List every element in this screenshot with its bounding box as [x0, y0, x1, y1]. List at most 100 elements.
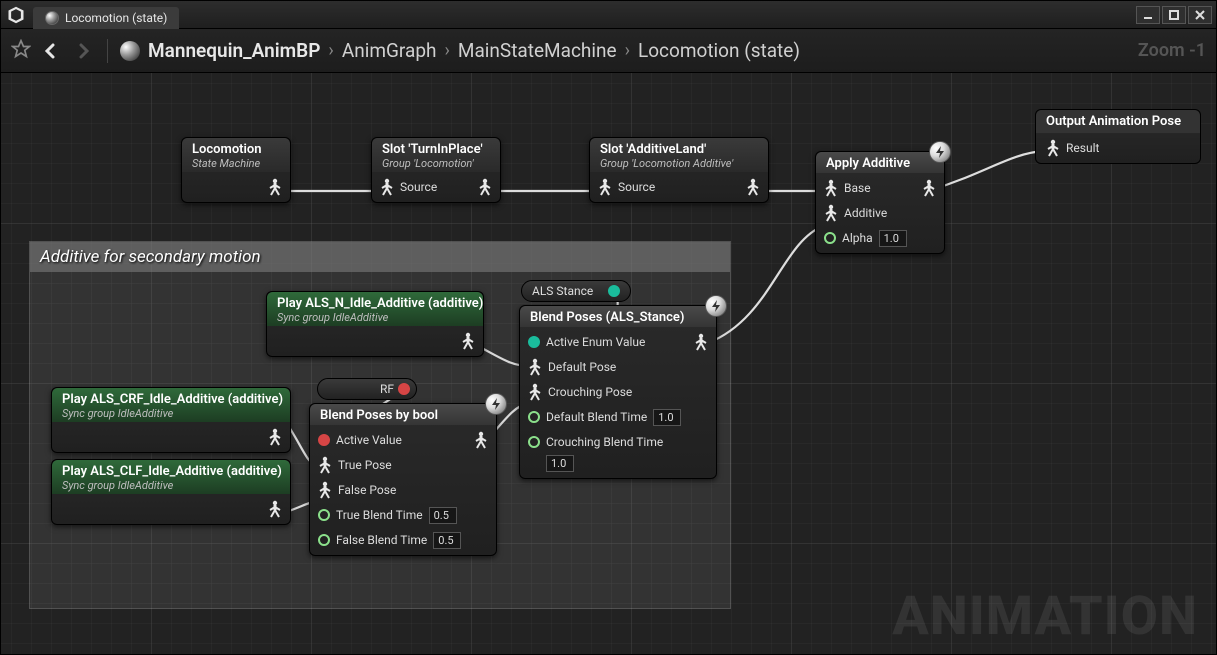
crouching-blend-value[interactable]: 1.0	[546, 455, 574, 472]
node-title: Locomotion	[192, 142, 280, 157]
chevron-right-icon: ›	[328, 40, 333, 61]
node-play-n-idle[interactable]: Play ALS_N_Idle_Additive (additive) Sync…	[266, 291, 484, 357]
pose-output-pin[interactable]	[268, 500, 282, 518]
node-subtitle: Sync group IdleAdditive	[62, 407, 280, 420]
node-title: Play ALS_N_Idle_Additive (additive)	[277, 296, 473, 311]
node-locomotion[interactable]: Locomotion State Machine	[181, 137, 291, 203]
float-input-pin[interactable]	[528, 436, 540, 448]
float-input-pin[interactable]	[318, 509, 330, 521]
pin-label-result: Result	[1066, 141, 1099, 155]
pin-label-true-blend: True Blend Time	[336, 508, 423, 522]
variable-label: ALS Stance	[532, 284, 593, 298]
pose-input-pin[interactable]	[1046, 139, 1060, 157]
pin-label-false-blend: False Blend Time	[336, 533, 427, 547]
pose-output-pin[interactable]	[461, 332, 475, 350]
node-play-crf-idle[interactable]: Play ALS_CRF_Idle_Additive (additive) Sy…	[51, 387, 291, 453]
favorite-icon[interactable]	[11, 39, 31, 62]
float-input-pin[interactable]	[528, 411, 540, 423]
pose-input-pin[interactable]	[318, 481, 332, 499]
node-subtitle: Sync group IdleAdditive	[277, 311, 473, 324]
crumb-animgraph[interactable]: AnimGraph	[342, 39, 437, 62]
crumb-mainstatemachine[interactable]: MainStateMachine	[458, 39, 617, 62]
node-slot-turninplace[interactable]: Slot 'TurnInPlace' Group 'Locomotion' So…	[371, 137, 501, 203]
nav-forward-button[interactable]	[71, 39, 95, 63]
pose-input-pin[interactable]	[318, 456, 332, 474]
pose-output-pin[interactable]	[268, 178, 282, 196]
comment-title[interactable]: Additive for secondary motion	[30, 242, 730, 272]
pin-label-additive: Additive	[844, 206, 887, 220]
toolbar-divider	[107, 39, 108, 63]
pose-output-pin[interactable]	[478, 178, 492, 196]
pose-output-pin[interactable]	[922, 179, 936, 197]
true-blend-value[interactable]: 0.5	[429, 507, 457, 524]
false-blend-value[interactable]: 0.5	[433, 532, 461, 549]
default-blend-value[interactable]: 1.0	[653, 409, 681, 426]
sphere-icon	[120, 41, 140, 61]
tab-locomotion[interactable]: Locomotion (state)	[33, 7, 179, 29]
close-button[interactable]	[1188, 6, 1212, 24]
unreal-logo-icon	[5, 4, 27, 26]
pose-input-pin[interactable]	[824, 204, 838, 222]
pin-label-alpha: Alpha	[842, 231, 873, 245]
pin-label-active-enum: Active Enum Value	[546, 335, 645, 349]
minimize-button[interactable]	[1136, 6, 1160, 24]
chevron-right-icon: ›	[444, 40, 449, 61]
float-input-pin[interactable]	[824, 232, 836, 244]
fast-path-icon	[929, 141, 951, 163]
node-subtitle: State Machine	[192, 157, 280, 170]
pose-output-pin[interactable]	[746, 178, 760, 196]
tab-label: Locomotion (state)	[65, 11, 167, 25]
chevron-right-icon: ›	[625, 40, 630, 61]
node-blend-stance[interactable]: Blend Poses (ALS_Stance) Active Enum Val…	[519, 305, 717, 479]
bool-output-pin[interactable]	[398, 383, 410, 395]
pin-label-false-pose: False Pose	[338, 483, 396, 497]
pose-output-pin[interactable]	[474, 431, 488, 449]
pose-output-pin[interactable]	[268, 428, 282, 446]
node-apply-additive[interactable]: Apply Additive Base Additive Alpha1.0	[815, 151, 945, 254]
enum-output-pin[interactable]	[608, 285, 620, 297]
maximize-button[interactable]	[1162, 6, 1186, 24]
fast-path-icon	[705, 295, 727, 317]
node-subtitle: Sync group IdleAdditive	[62, 479, 280, 492]
graph-canvas[interactable]: ANIMATION Additive for secondary motion …	[1, 73, 1216, 654]
crumb-locomotion[interactable]: Locomotion (state)	[638, 39, 800, 62]
node-play-clf-idle[interactable]: Play ALS_CLF_Idle_Additive (additive) Sy…	[51, 459, 291, 525]
node-output-pose[interactable]: Output Animation Pose Result	[1035, 109, 1201, 164]
nav-back-button[interactable]	[39, 39, 63, 63]
node-title: Play ALS_CRF_Idle_Additive (additive)	[62, 392, 280, 407]
pose-output-pin[interactable]	[694, 333, 708, 351]
variable-label: RF	[380, 382, 394, 396]
pin-label-base: Base	[844, 181, 871, 195]
pin-label-default-pose: Default Pose	[548, 360, 616, 374]
pin-label-crouching-blend: Crouching Blend Time	[546, 435, 663, 449]
variable-als-stance[interactable]: ALS Stance	[521, 280, 631, 302]
pin-label-source: Source	[400, 180, 437, 194]
node-subtitle: Group 'Locomotion'	[382, 157, 490, 170]
node-title: Slot 'TurnInPlace'	[382, 142, 490, 157]
sphere-icon	[45, 11, 59, 25]
pin-label-source: Source	[618, 180, 655, 194]
node-title: Blend Poses (ALS_Stance)	[530, 310, 706, 325]
bool-input-pin[interactable]	[318, 434, 330, 446]
pin-label-default-blend: Default Blend Time	[546, 410, 647, 424]
breadcrumb: Mannequin_AnimBP › AnimGraph › MainState…	[120, 39, 800, 62]
crumb-root[interactable]: Mannequin_AnimBP	[148, 39, 320, 62]
node-blend-by-bool[interactable]: Blend Poses by bool Active Value True Po…	[309, 403, 497, 556]
pose-input-pin[interactable]	[528, 358, 542, 376]
node-slot-additiveland[interactable]: Slot 'AdditiveLand' Group 'Locomotion Ad…	[589, 137, 769, 203]
node-title: Blend Poses by bool	[320, 408, 486, 423]
alpha-value[interactable]: 1.0	[879, 230, 907, 247]
pose-input-pin[interactable]	[528, 383, 542, 401]
zoom-level: Zoom -1	[1138, 40, 1206, 61]
fast-path-icon	[485, 393, 507, 415]
pose-input-pin[interactable]	[598, 178, 612, 196]
node-title: Output Animation Pose	[1036, 110, 1200, 133]
editor-window: Locomotion (state) Mannequin_AnimBP › An…	[0, 0, 1217, 655]
float-input-pin[interactable]	[318, 534, 330, 546]
enum-input-pin[interactable]	[528, 336, 540, 348]
variable-rf[interactable]: RF	[317, 378, 417, 400]
pose-input-pin[interactable]	[824, 179, 838, 197]
titlebar: Locomotion (state)	[1, 1, 1216, 29]
watermark: ANIMATION	[892, 585, 1198, 648]
pose-input-pin[interactable]	[380, 178, 394, 196]
